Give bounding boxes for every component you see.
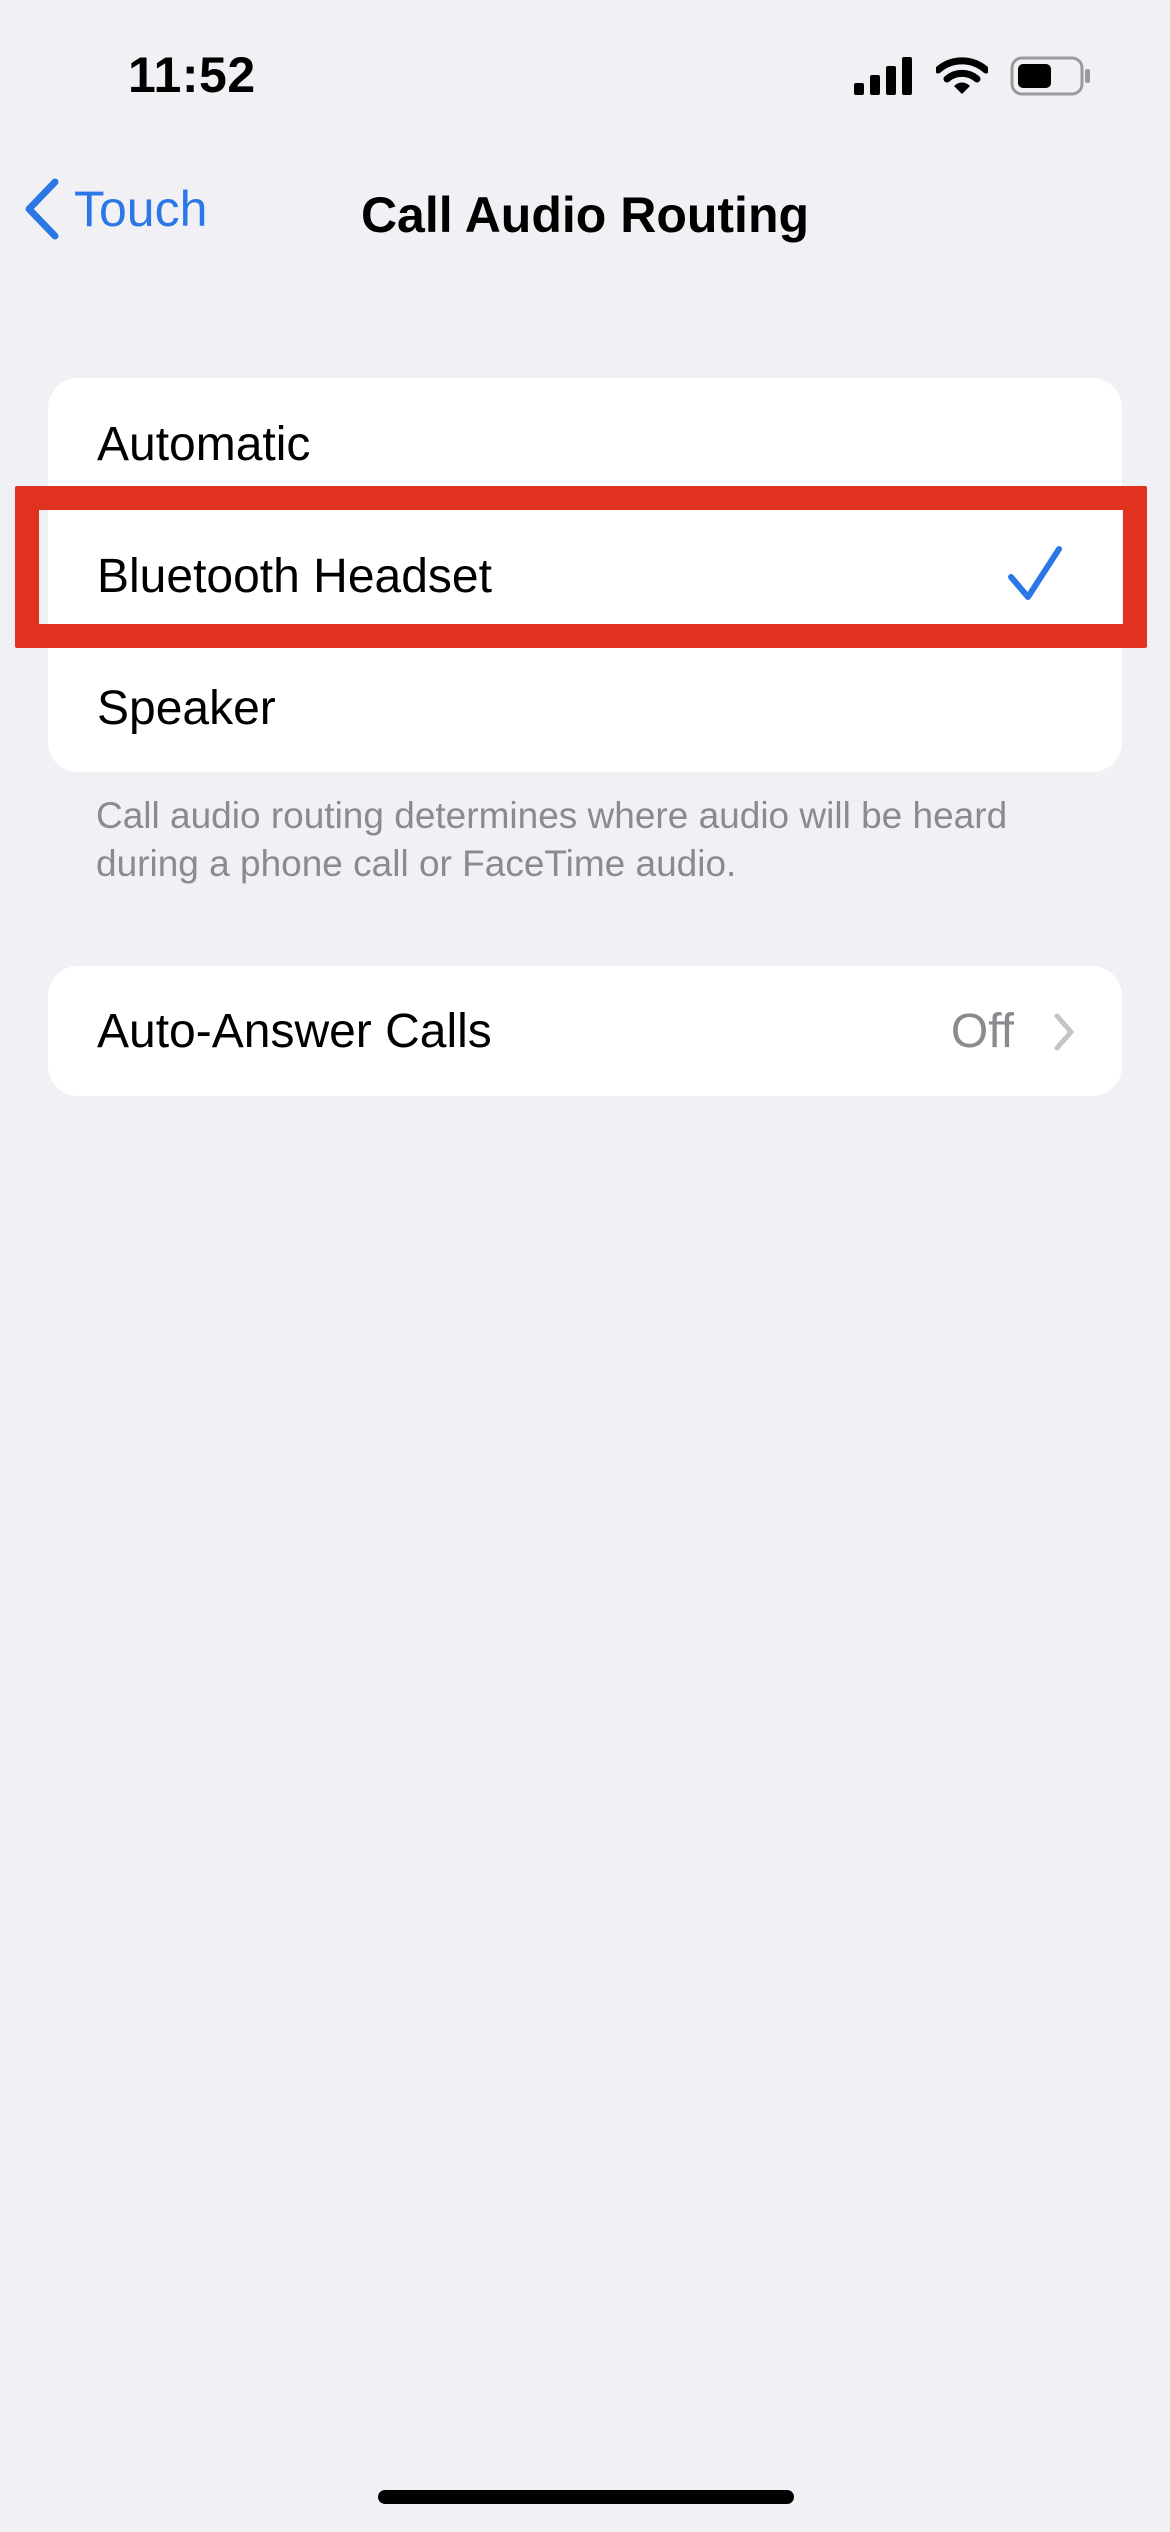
battery-icon <box>1010 56 1090 96</box>
status-time: 11:52 <box>128 47 256 103</box>
auto-answer-group: Auto-Answer Calls Off <box>48 966 1122 1096</box>
cellular-signal-icon <box>854 57 912 95</box>
routing-footer-note: Call audio routing determines where audi… <box>96 795 1008 884</box>
page-title: Call Audio Routing <box>360 187 810 243</box>
option-label: Automatic <box>97 417 311 471</box>
home-indicator[interactable] <box>378 2490 794 2504</box>
option-automatic[interactable]: Automatic <box>48 378 1122 510</box>
auto-answer-calls-row[interactable]: Auto-Answer Calls Off <box>48 966 1122 1096</box>
navigation-bar: Touch Call Audio Routing <box>0 150 1170 270</box>
auto-answer-value: Off <box>950 1004 1014 1058</box>
option-label: Bluetooth Headset <box>97 549 492 603</box>
chevron-right-icon <box>1054 1013 1074 1051</box>
option-label: Speaker <box>97 681 276 735</box>
checkmark-icon <box>1008 546 1062 600</box>
status-icons <box>854 56 1092 96</box>
option-bluetooth-headset[interactable]: Bluetooth Headset <box>48 510 1122 642</box>
routing-options-group: Automatic Bluetooth Headset Speaker <box>48 378 1122 772</box>
status-bar: 11:52 <box>0 0 1170 150</box>
option-speaker[interactable]: Speaker <box>48 642 1122 772</box>
auto-answer-label: Auto-Answer Calls <box>97 1004 492 1058</box>
wifi-icon <box>936 57 988 94</box>
